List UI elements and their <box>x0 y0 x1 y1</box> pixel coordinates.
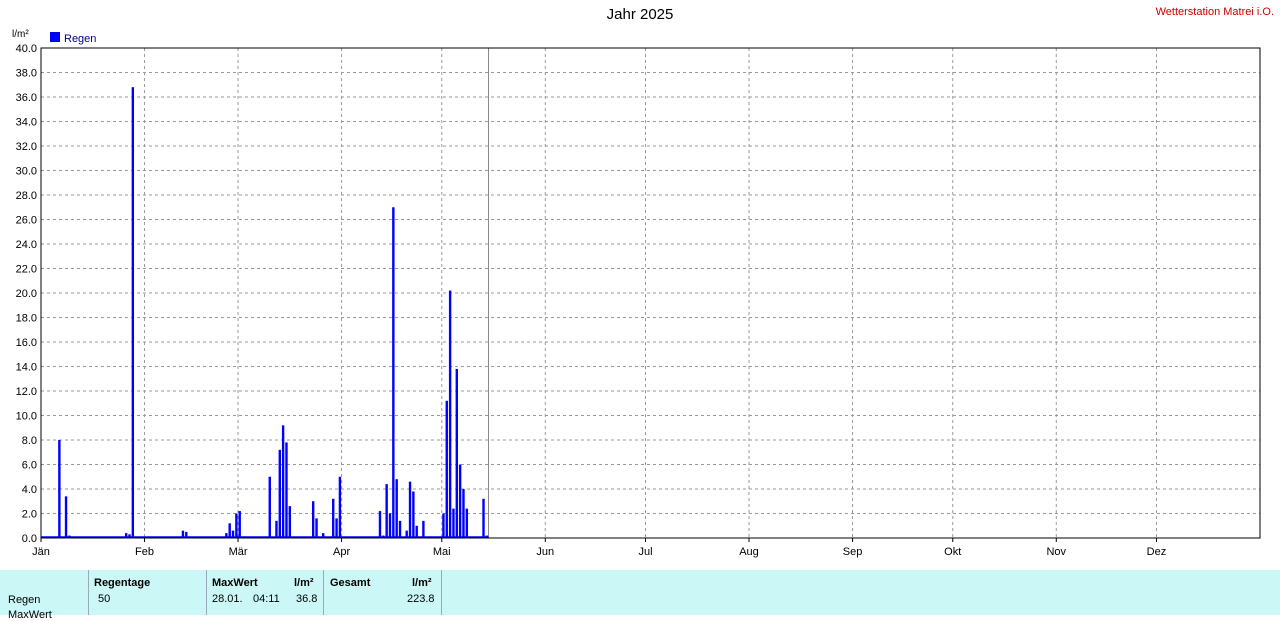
rain-bar <box>395 479 398 538</box>
rain-bar <box>275 520 278 538</box>
y-tick-label: 20.0 <box>16 288 37 300</box>
y-tick-label: 26.0 <box>16 215 37 227</box>
rain-bar <box>465 508 469 538</box>
y-tick-label: 6.0 <box>22 460 37 472</box>
x-tick-label: Okt <box>944 546 961 558</box>
rain-bar <box>422 520 425 538</box>
rain-bar <box>442 513 445 538</box>
rain-bar <box>385 484 388 538</box>
y-tick-label: 12.0 <box>16 386 37 398</box>
stats-panel: Regen MaxWert Regentage 50 MaxWert l/m² … <box>0 570 1280 621</box>
rain-bar <box>281 425 285 538</box>
rain-bar <box>338 476 342 538</box>
x-tick-label: Aug <box>739 546 759 558</box>
x-tick-label: Nov <box>1046 546 1066 558</box>
x-tick-label: Apr <box>333 546 350 558</box>
rain-chart: 0.0 2.0 4.0 6.0 8.0 10.0 12.0 14.0 16.0 18.0 20.0 2… <box>12 29 1261 558</box>
rain-bar <box>58 440 61 538</box>
y-tick-label: 16.0 <box>16 337 37 349</box>
y-tick-label: 4.0 <box>22 484 37 496</box>
legend-swatch <box>50 32 60 42</box>
y-tick-label: 28.0 <box>16 190 37 202</box>
rain-bar <box>64 496 68 538</box>
rain-bar <box>455 368 458 538</box>
y-tick-label: 32.0 <box>16 141 37 153</box>
rain-bar <box>238 511 241 538</box>
gesamt-unit: l/m² <box>412 577 432 589</box>
rain-bar <box>445 400 448 538</box>
x-tick-label: Mai <box>433 546 451 558</box>
y-tick-label: 34.0 <box>16 117 37 129</box>
y-tick-label: 30.0 <box>16 166 37 178</box>
legend-label: Regen <box>64 33 96 45</box>
rain-bar <box>322 533 325 538</box>
x-tick-label: Mär <box>229 546 248 558</box>
regentage-value: 50 <box>98 593 111 605</box>
y-axis-label: l/m² <box>12 29 29 40</box>
gesamt-value: 223.8 <box>407 593 435 605</box>
maxwert-date: 28.01. <box>212 593 243 605</box>
y-tick-label: 2.0 <box>22 509 37 521</box>
y-tick-label: 22.0 <box>16 264 37 276</box>
rain-bar <box>392 207 395 538</box>
rain-bar <box>388 513 392 538</box>
rain-bar <box>415 525 418 538</box>
rain-bar <box>398 520 402 538</box>
gesamt-header: Gesamt <box>330 577 371 589</box>
regentage-header: Regentage <box>94 577 151 589</box>
y-tick-label: 36.0 <box>16 92 37 104</box>
rain-bar <box>315 518 318 538</box>
rain-bar <box>124 533 128 538</box>
rain-bar <box>482 498 485 538</box>
rain-bar <box>405 530 408 538</box>
y-tick-label: 8.0 <box>22 435 37 447</box>
y-tick-label: 0.0 <box>22 533 37 545</box>
stats-row-label: Regen <box>8 594 41 606</box>
y-tick-label: 10.0 <box>16 411 37 423</box>
y-tick-label: 40.0 <box>16 43 37 55</box>
y-tick-label: 24.0 <box>16 239 37 251</box>
maxwert-header: MaxWert <box>212 577 258 589</box>
rain-bar <box>285 442 288 538</box>
maxwert-unit: l/m² <box>294 577 314 589</box>
rain-bar <box>452 508 455 538</box>
rain-bar <box>458 464 462 538</box>
rain-bar <box>378 511 382 538</box>
rain-bar <box>412 491 415 538</box>
rain-bar <box>131 87 135 538</box>
rain-bar <box>228 523 231 538</box>
rain-bar <box>335 518 338 538</box>
rain-bar <box>448 290 452 538</box>
y-tick-label: 14.0 <box>16 362 37 374</box>
rain-bar <box>278 449 281 538</box>
stats-row-label-2: MaxWert <box>8 609 52 621</box>
maxwert-value: 36.8 <box>296 593 318 605</box>
x-tick-label: Jul <box>638 546 652 558</box>
x-tick-label: Feb <box>135 546 154 558</box>
rain-bar <box>462 489 465 538</box>
x-tick-label: Jun <box>536 546 554 558</box>
rain-bar <box>128 534 131 538</box>
y-tick-label: 18.0 <box>16 313 37 325</box>
rain-bar <box>288 506 292 538</box>
rain-bar <box>181 530 185 538</box>
x-tick-label: Sep <box>843 546 863 558</box>
rain-bar <box>225 533 228 538</box>
rain-bar <box>185 531 188 538</box>
y-tick-label: 38.0 <box>16 68 37 80</box>
rain-bar <box>311 501 315 538</box>
rain-bar <box>235 513 238 538</box>
rain-bar <box>332 498 335 538</box>
rain-bar <box>408 481 412 538</box>
x-tick-label: Jän <box>32 546 50 558</box>
rain-bar <box>268 476 271 538</box>
maxwert-time: 04:11 <box>253 593 280 605</box>
rain-bar <box>231 530 235 538</box>
x-tick-label: Dez <box>1147 546 1167 558</box>
